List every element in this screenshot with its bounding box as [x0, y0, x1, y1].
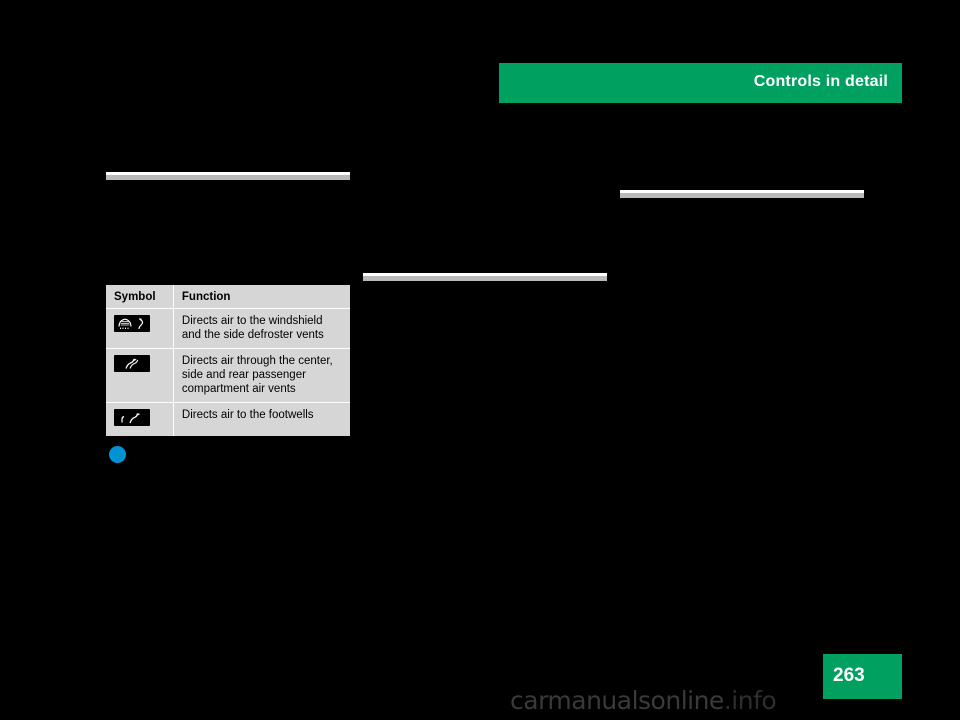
symbol-function-table: Symbol Function Directs air to the winds… — [106, 285, 350, 437]
section-header-banner: Controls in detail — [499, 63, 902, 103]
table-row: Directs air through the center, side and… — [106, 348, 350, 404]
symbol-cell — [106, 308, 174, 350]
section-rule-right-column — [620, 190, 864, 198]
function-cell: Directs air through the center, side and… — [173, 348, 350, 404]
column-header-function: Function — [173, 285, 350, 309]
page-title: Controls in detail — [753, 73, 888, 90]
watermark-suffix: .info — [723, 686, 777, 715]
table-header-row: Symbol Function — [106, 285, 350, 309]
symbol-cell — [106, 348, 174, 404]
section-rule-left-column — [106, 172, 350, 180]
watermark: carmanualsonline.info — [510, 686, 777, 715]
blue-bullet-dot — [109, 446, 126, 463]
watermark-main: carmanualsonline — [510, 686, 724, 715]
page-number-marker: 263 — [823, 654, 902, 699]
function-cell: Directs air to the windshield and the si… — [173, 308, 350, 350]
windshield-defroster-icon — [114, 315, 150, 332]
center-vents-icon — [114, 355, 150, 373]
table-row: Directs air to the footwells — [106, 402, 350, 437]
footwell-vents-icon — [114, 409, 150, 427]
table-row: Directs air to the windshield and the si… — [106, 308, 350, 350]
page-number: 263 — [833, 665, 865, 686]
column-header-symbol: Symbol — [106, 285, 174, 309]
section-rule-middle-column — [363, 273, 607, 281]
symbol-cell — [106, 402, 174, 437]
function-cell: Directs air to the footwells — [173, 402, 350, 437]
